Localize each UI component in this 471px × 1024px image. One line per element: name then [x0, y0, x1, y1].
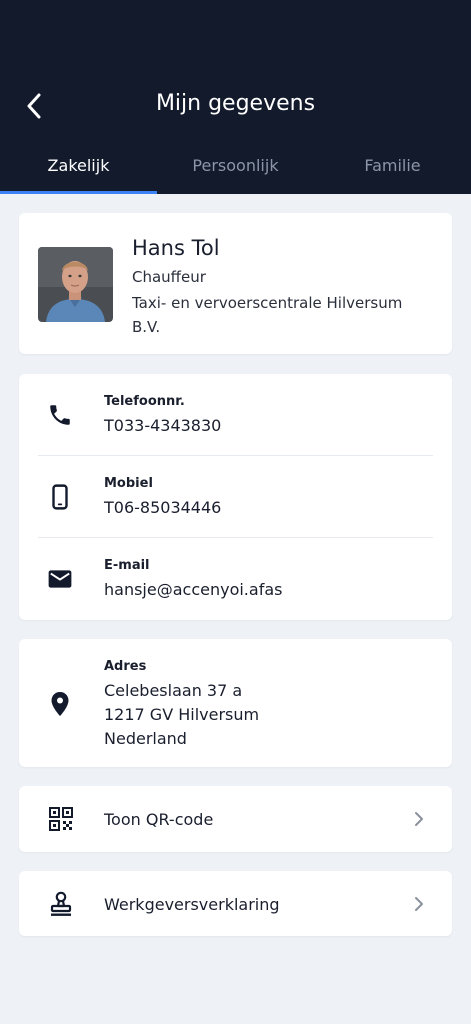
phone-value: T033-4343830 — [104, 416, 222, 435]
werkgeversverklaring-button[interactable]: Werkgeversverklaring — [19, 871, 452, 936]
chevron-right-icon — [415, 812, 423, 826]
profile-company: Taxi- en vervoerscentrale Hilversum B.V. — [132, 294, 403, 336]
mobile-label: Mobiel — [104, 476, 153, 491]
app-header: Mijn gegevens Zakelijk Persoonlijk Famil… — [0, 0, 471, 194]
werkgeversverklaring-label: Werkgeversverklaring — [104, 895, 280, 914]
mobile-value: T06-85034446 — [104, 498, 222, 517]
avatar — [38, 247, 113, 322]
tab-persoonlijk[interactable]: Persoonlijk — [157, 156, 314, 175]
contact-card: Telefoonnr. T033-4343830 Mobiel T06-8503… — [19, 374, 452, 620]
email-label: E-mail — [104, 558, 150, 573]
qr-code-icon — [49, 807, 73, 831]
qr-code-label: Toon QR-code — [104, 810, 214, 829]
qr-code-button[interactable]: Toon QR-code — [19, 786, 452, 852]
location-pin-icon — [51, 692, 69, 716]
tab-zakelijk[interactable]: Zakelijk — [0, 156, 157, 175]
address-card[interactable]: Adres Celebeslaan 37 a 1217 GV Hilversum… — [19, 639, 452, 767]
contact-row-email[interactable]: E-mail hansje@accenyoi.afas — [19, 538, 452, 620]
profile-card: Hans Tol Chauffeur Taxi- en vervoerscent… — [19, 213, 452, 354]
address-line-2: 1217 GV Hilversum — [104, 705, 260, 724]
phone-icon — [50, 405, 70, 425]
tab-bar: Zakelijk Persoonlijk Familie — [0, 140, 471, 194]
contact-row-phone[interactable]: Telefoonnr. T033-4343830 — [19, 374, 452, 456]
profile-role: Chauffeur — [132, 268, 206, 286]
profile-name: Hans Tol — [132, 236, 220, 260]
email-value: hansje@accenyoi.afas — [104, 580, 283, 599]
contact-row-mobile[interactable]: Mobiel T06-85034446 — [19, 456, 452, 538]
address-label: Adres — [104, 659, 147, 674]
mobile-icon — [52, 484, 68, 510]
chevron-right-icon — [415, 897, 423, 911]
stamp-icon — [50, 891, 72, 916]
address-line-3: Nederland — [104, 729, 187, 748]
phone-label: Telefoonnr. — [104, 394, 185, 409]
active-tab-indicator — [0, 191, 157, 194]
tab-familie[interactable]: Familie — [314, 156, 471, 175]
address-line-1: Celebeslaan 37 a — [104, 681, 243, 700]
page-title: Mijn gegevens — [155, 91, 316, 116]
mail-icon — [48, 570, 72, 588]
